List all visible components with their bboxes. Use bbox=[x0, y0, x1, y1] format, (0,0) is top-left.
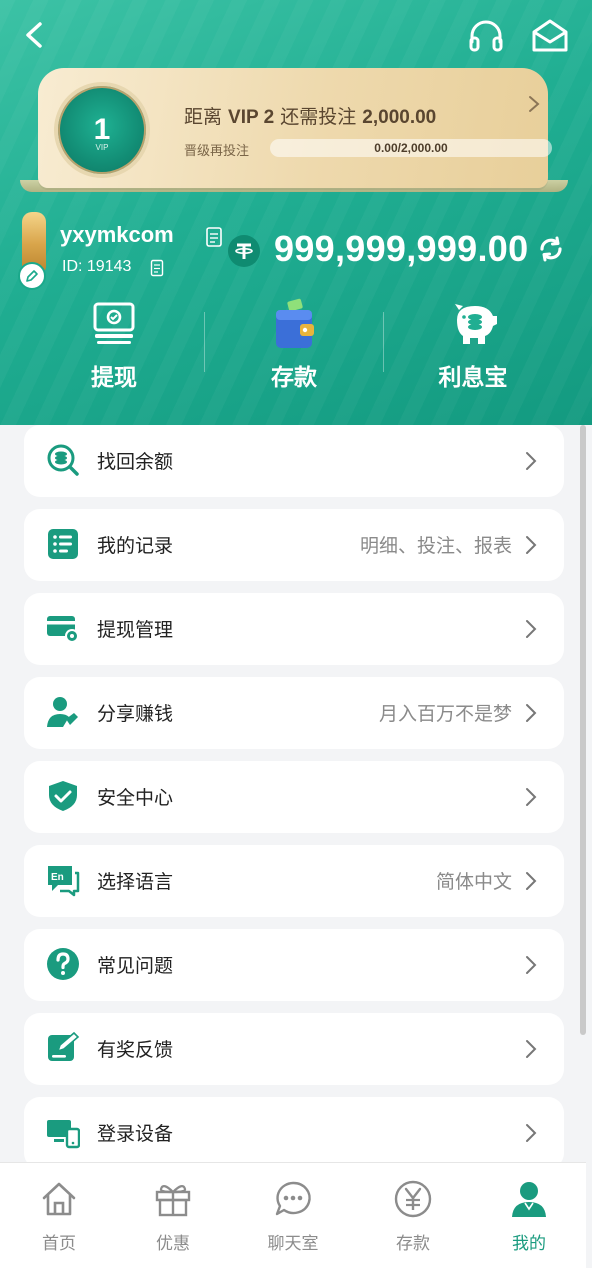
tab-promotions[interactable]: 优惠 bbox=[114, 1179, 232, 1259]
bottom-tab-bar: 首页 优惠 聊天室 存款 我的 bbox=[0, 1162, 586, 1268]
records-list-icon bbox=[48, 529, 78, 559]
tab-chat-room[interactable]: 聊天室 bbox=[234, 1179, 352, 1259]
tab-label: 我的 bbox=[512, 1234, 546, 1254]
account-balance: 999,999,999.00 bbox=[274, 228, 529, 269]
shield-check-icon bbox=[49, 781, 77, 811]
back-arrow-icon[interactable] bbox=[18, 18, 52, 52]
question-icon bbox=[47, 948, 79, 980]
chevron-right-icon bbox=[526, 1124, 537, 1142]
chevron-right-icon bbox=[526, 704, 537, 722]
menu-hint: 明细、投注、报表 bbox=[359, 535, 512, 557]
edit-avatar-button[interactable] bbox=[18, 262, 46, 290]
profile-icon bbox=[512, 1182, 546, 1217]
vip-upgrade-title: 距离 VIP 2 还需投注 2,000.00 bbox=[184, 106, 437, 128]
tab-label: 存款 bbox=[396, 1234, 430, 1254]
menu-item-security-center[interactable]: 安全中心 bbox=[24, 761, 564, 833]
menu-item-my-records[interactable]: 我的记录 明细、投注、报表 bbox=[24, 509, 564, 581]
profile-header: 1 VIP 距离 VIP 2 还需投注 2,000.00 晋级再投注 0.00/… bbox=[0, 0, 592, 425]
deposit-button[interactable]: 存款 bbox=[204, 298, 384, 398]
interest-treasure-label: 利息宝 bbox=[438, 365, 508, 391]
menu-hint: 简体中文 bbox=[435, 871, 512, 893]
menu-label: 常见问题 bbox=[97, 955, 174, 977]
interest-treasure-button[interactable]: 利息宝 bbox=[383, 298, 563, 398]
tab-deposit[interactable]: 存款 bbox=[354, 1179, 472, 1259]
menu-item-login-devices[interactable]: 登录设备 bbox=[24, 1097, 564, 1169]
chevron-right-icon bbox=[526, 872, 537, 890]
wallet-deposit-icon bbox=[276, 298, 314, 348]
menu-label: 选择语言 bbox=[97, 871, 174, 893]
deposit-label: 存款 bbox=[271, 365, 317, 391]
chevron-right-icon bbox=[526, 788, 537, 806]
menu-label: 有奖反馈 bbox=[97, 1039, 174, 1061]
menu-item-share-earn[interactable]: 分享赚钱 月入百万不是梦 bbox=[24, 677, 564, 749]
menu-label: 提现管理 bbox=[97, 619, 174, 641]
vip-progress-card[interactable]: 1 VIP 距离 VIP 2 还需投注 2,000.00 晋级再投注 0.00/… bbox=[38, 68, 552, 188]
piggy-bank-icon bbox=[455, 304, 497, 344]
menu-item-recover-balance[interactable]: 找回余额 bbox=[24, 425, 564, 497]
tab-me[interactable]: 我的 bbox=[470, 1179, 588, 1259]
menu-label: 分享赚钱 bbox=[97, 703, 174, 725]
vip-progress-bar: 0.00/2,000.00 bbox=[270, 139, 552, 157]
vip-progress-label: 晋级再投注 bbox=[184, 144, 250, 159]
menu-item-feedback[interactable]: 有奖反馈 bbox=[24, 1013, 564, 1085]
menu-label: 登录设备 bbox=[97, 1123, 174, 1145]
menu-item-language[interactable]: En 选择语言 简体中文 bbox=[24, 845, 564, 917]
svg-text:En: En bbox=[51, 872, 64, 883]
tab-label: 优惠 bbox=[156, 1234, 190, 1254]
refresh-icon[interactable] bbox=[536, 234, 566, 264]
vip-progress-text: 0.00/2,000.00 bbox=[374, 141, 448, 155]
chevron-right-icon bbox=[526, 620, 537, 638]
menu-item-faq[interactable]: 常见问题 bbox=[24, 929, 564, 1001]
menu-label: 安全中心 bbox=[97, 787, 174, 809]
usdt-currency-icon bbox=[228, 235, 260, 267]
card-settings-icon bbox=[47, 616, 79, 643]
username: yxymkcom bbox=[60, 222, 174, 247]
share-user-icon bbox=[47, 697, 78, 727]
withdraw-cash-icon bbox=[93, 302, 135, 344]
menu-label: 我的记录 bbox=[97, 535, 174, 557]
chevron-right-icon bbox=[526, 536, 537, 554]
gift-icon bbox=[155, 1185, 191, 1217]
tab-home[interactable]: 首页 bbox=[0, 1179, 118, 1259]
pencil-icon bbox=[26, 270, 38, 282]
menu-item-withdraw-management[interactable]: 提现管理 bbox=[24, 593, 564, 665]
mail-envelope-icon[interactable] bbox=[528, 16, 572, 56]
customer-service-headset-icon[interactable] bbox=[466, 16, 506, 56]
chevron-right-icon bbox=[526, 452, 537, 470]
copy-username-icon[interactable] bbox=[205, 226, 223, 248]
yen-coin-icon bbox=[394, 1180, 432, 1218]
menu-label: 找回余额 bbox=[97, 451, 174, 473]
chevron-right-icon[interactable] bbox=[524, 94, 544, 114]
chat-icon bbox=[275, 1181, 311, 1216]
chevron-right-icon bbox=[526, 956, 537, 974]
copy-id-icon[interactable] bbox=[150, 259, 164, 277]
language-icon: En bbox=[48, 866, 80, 897]
recover-balance-icon bbox=[47, 444, 79, 476]
chevron-right-icon bbox=[526, 1040, 537, 1058]
menu-hint: 月入百万不是梦 bbox=[378, 703, 512, 725]
devices-icon bbox=[47, 1120, 80, 1149]
withdraw-button[interactable]: 提现 bbox=[24, 298, 204, 398]
feedback-edit-icon bbox=[48, 1031, 80, 1061]
user-id: ID: 19143 bbox=[62, 258, 132, 275]
tab-label: 首页 bbox=[42, 1234, 76, 1254]
vip-level-badge: 1 VIP bbox=[54, 82, 150, 178]
scrollbar[interactable] bbox=[580, 425, 586, 1035]
withdraw-label: 提现 bbox=[91, 365, 137, 391]
home-icon bbox=[42, 1182, 76, 1216]
tab-label: 聊天室 bbox=[267, 1234, 319, 1254]
